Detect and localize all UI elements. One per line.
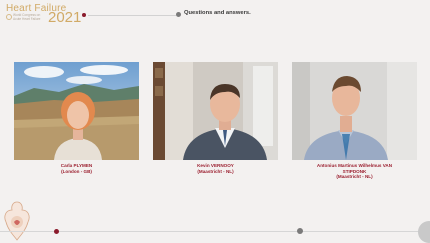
- session-title: Questions and answers.: [184, 10, 251, 16]
- video-feed-van-stipdonk: [292, 62, 417, 160]
- heart-emblem-icon: [4, 201, 30, 241]
- corner-circle-decoration: [418, 221, 430, 243]
- timeline-progress-dot[interactable]: [54, 228, 59, 234]
- video-feed-kevin-vernooy: [153, 62, 278, 160]
- timeline-marker-dot[interactable]: [297, 228, 303, 234]
- video-tile-carla-plymen[interactable]: [14, 62, 139, 160]
- caption-van-stipdonk: Antonius Martinus Wilhelmus VAN STIPDONK…: [292, 163, 417, 180]
- participant-location: (London - GB): [61, 168, 92, 174]
- brand-subtitle: World Congress on Acute Heart Failure: [13, 13, 41, 21]
- video-feed-carla-plymen: [14, 62, 139, 160]
- video-tile-kevin-vernooy[interactable]: [153, 62, 278, 160]
- timeline-track: [0, 231, 430, 232]
- brand-year: 2021: [48, 9, 82, 26]
- session-marker-dot: [176, 12, 181, 17]
- video-tile-van-stipdonk[interactable]: [292, 62, 417, 160]
- caption-carla-plymen: Carla PLYMEN (London - GB): [14, 163, 139, 174]
- timeline-start-dot: [82, 12, 86, 17]
- header-divider: [88, 14, 176, 16]
- caption-kevin-vernooy: Kevin VERNOOY (Maastricht - NL): [153, 163, 278, 174]
- participant-location: (Maastricht - NL): [336, 174, 373, 180]
- brand-logo-icon: [6, 14, 12, 20]
- participant-location: (Maastricht - NL): [197, 168, 234, 174]
